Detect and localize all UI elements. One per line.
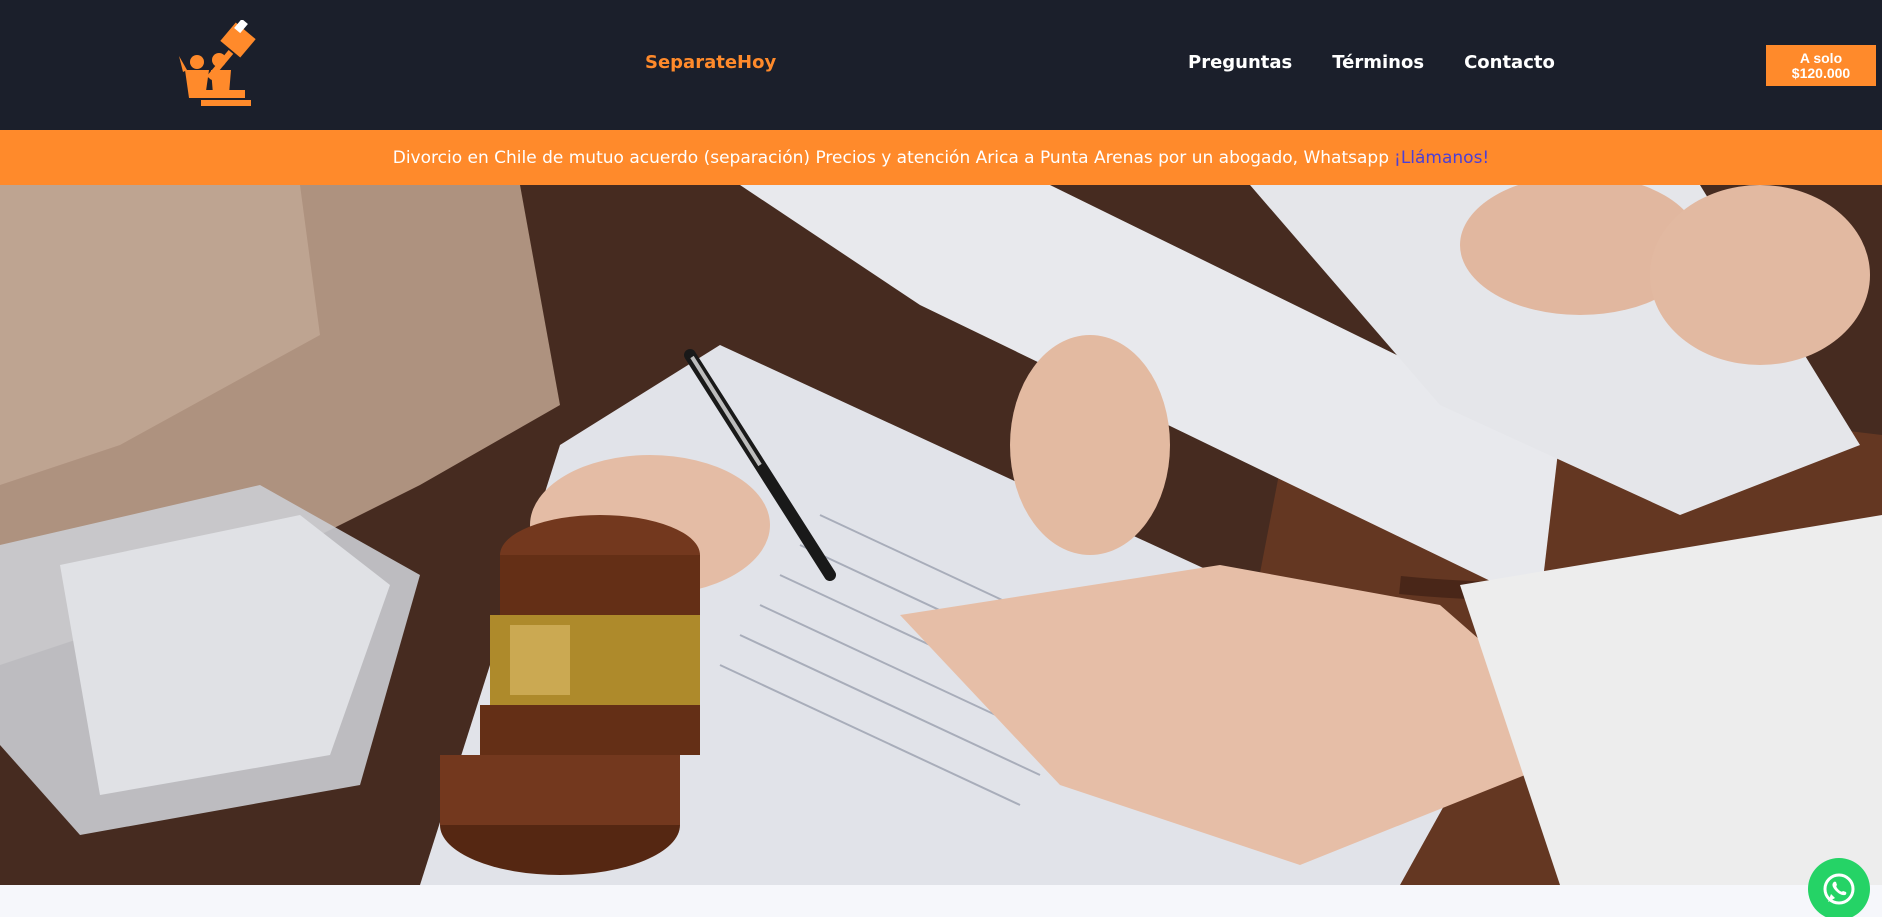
hero-illustration xyxy=(0,185,1882,885)
nav-preguntas[interactable]: Preguntas xyxy=(1188,52,1292,73)
whatsapp-button[interactable] xyxy=(1808,858,1870,917)
hero-image xyxy=(0,185,1882,885)
price-button[interactable]: A solo $120.000 xyxy=(1766,45,1876,86)
price-label: A solo xyxy=(1799,49,1843,66)
price-value: $120.000 xyxy=(1791,64,1851,81)
call-link[interactable]: ¡Llámanos! xyxy=(1394,148,1489,168)
promo-banner: Divorcio en Chile de mutuo acuerdo (sepa… xyxy=(0,130,1882,185)
nav-contacto[interactable]: Contacto xyxy=(1464,52,1555,73)
nav-terminos[interactable]: Términos xyxy=(1332,52,1424,73)
site-header: SeparateHoy Preguntas Términos Contacto … xyxy=(0,0,1882,130)
whatsapp-icon xyxy=(1823,873,1855,905)
main-nav: Preguntas Términos Contacto xyxy=(1188,52,1555,73)
banner-text: Divorcio en Chile de mutuo acuerdo (sepa… xyxy=(392,147,1389,168)
logo-icon[interactable] xyxy=(175,20,271,112)
brand-link[interactable]: SeparateHoy xyxy=(645,52,776,73)
